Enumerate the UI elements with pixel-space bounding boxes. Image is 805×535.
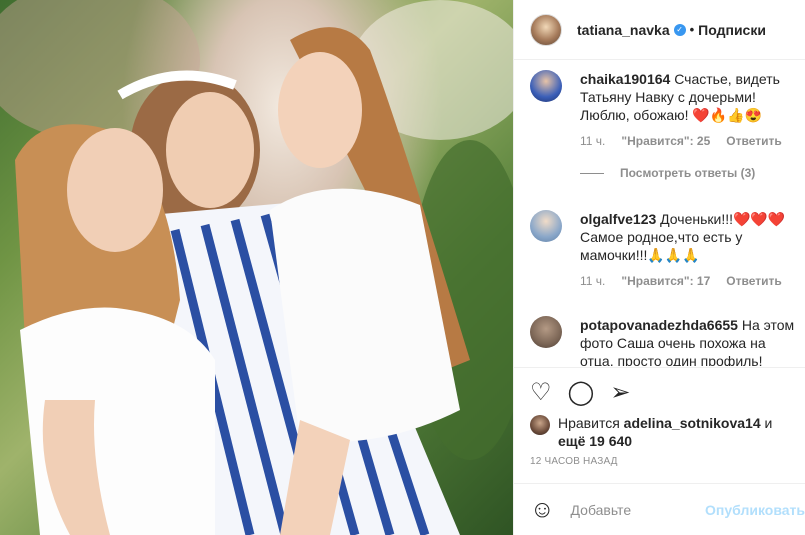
likes-and: и: [764, 415, 773, 431]
comment-icon[interactable]: ◯: [568, 380, 595, 406]
verified-badge-icon: ✓: [673, 23, 686, 36]
separator-dot: •: [689, 22, 695, 37]
comment-likes[interactable]: "Нравится": 25: [621, 134, 710, 148]
share-icon[interactable]: ➢: [610, 380, 630, 406]
smiley-icon[interactable]: ☺: [530, 496, 555, 524]
likes-count-link[interactable]: ещё 19 640: [558, 433, 632, 449]
post-timestamp[interactable]: 12 ЧАСОВ НАЗАД: [514, 450, 805, 467]
comment-time[interactable]: 11 ч.: [580, 134, 605, 148]
author-avatar[interactable]: [530, 13, 562, 46]
comment-avatar[interactable]: [530, 316, 562, 348]
comment-input[interactable]: Добавьте: [571, 502, 706, 518]
publish-button[interactable]: Опубликовать: [705, 502, 805, 518]
comment-username[interactable]: chaika190164: [580, 71, 670, 87]
comment-username[interactable]: olgalfve123: [580, 211, 656, 227]
comments-list[interactable]: chaika190164 Счастье, видеть Татьяну Нав…: [514, 60, 805, 366]
post-side-panel: tatiana_navka ✓ • Подписки chaika190164 …: [513, 0, 805, 535]
replies-line: [580, 172, 604, 174]
comment-likes[interactable]: "Нравится": 17: [621, 274, 710, 288]
comment-item: olgalfve123 Доченьки!!!❤️❤️❤️ Самое родн…: [530, 210, 801, 288]
comment-username[interactable]: potapovanadezhda6655: [580, 317, 738, 333]
comment-meta: 11 ч. "Нравится": 25 Ответить: [580, 134, 801, 148]
comment-avatar[interactable]: [530, 210, 562, 242]
action-icons: ♡ ◯ ➢: [514, 368, 805, 406]
reply-button[interactable]: Ответить: [726, 134, 781, 148]
post-header: tatiana_navka ✓ • Подписки: [514, 0, 805, 60]
reply-button[interactable]: Ответить: [726, 274, 781, 288]
comment-avatar[interactable]: [530, 70, 562, 102]
following-button[interactable]: Подписки: [698, 22, 766, 38]
heart-icon[interactable]: ♡: [530, 380, 552, 406]
view-replies-button[interactable]: Посмотреть ответы (3): [580, 166, 801, 180]
add-comment-bar: ☺ Добавьте Опубликовать: [514, 483, 805, 535]
comment-item: potapovanadezhda6655 На этом фото Саша о…: [530, 316, 801, 366]
likes-prefix: Нравится: [558, 415, 620, 431]
comment-time[interactable]: 11 ч.: [580, 274, 605, 288]
liker-avatar[interactable]: [530, 415, 550, 435]
liker-username[interactable]: adelina_sotnikova14: [624, 415, 761, 431]
comment-item: chaika190164 Счастье, видеть Татьяну Нав…: [530, 70, 801, 180]
comment-meta: 11 ч. "Нравится": 17 Ответить: [580, 274, 801, 288]
author-username[interactable]: tatiana_navka: [577, 22, 670, 38]
post-photo[interactable]: [0, 0, 513, 535]
likes-summary: Нравится adelina_sotnikova14 и ещё 19 64…: [514, 406, 805, 450]
view-replies-label: Посмотреть ответы (3): [620, 166, 756, 180]
